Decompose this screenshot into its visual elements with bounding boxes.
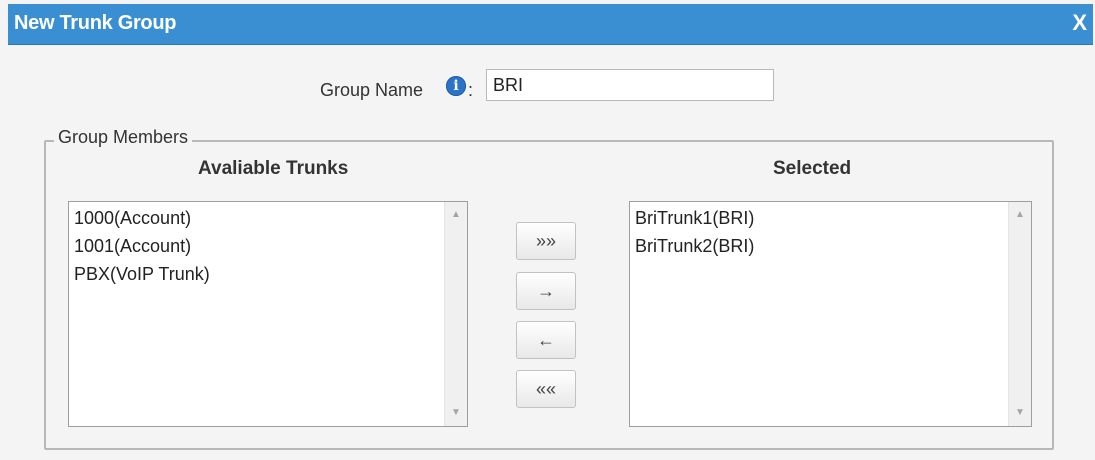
group-name-input[interactable] [486, 69, 774, 101]
list-item[interactable]: PBX(VoIP Trunk) [74, 260, 210, 288]
scroll-up-icon[interactable]: ▲ [445, 204, 467, 226]
dialog-title: New Trunk Group [14, 12, 177, 34]
move-all-right-button[interactable]: »» [516, 222, 576, 260]
scroll-up-icon[interactable]: ▲ [1009, 204, 1031, 226]
group-name-colon: : [468, 80, 474, 100]
move-left-button[interactable]: ← [516, 321, 576, 359]
group-members-legend: Group Members [54, 127, 193, 148]
group-name-label: Group Name [320, 80, 424, 100]
available-trunks-list[interactable]: 1000(Account) 1001(Account) PBX(VoIP Tru… [68, 201, 468, 427]
close-button[interactable]: X [1072, 11, 1087, 35]
list-item[interactable]: 1000(Account) [74, 204, 210, 232]
move-right-button[interactable]: → [516, 272, 576, 310]
selected-trunks-list[interactable]: BriTrunk1(BRI) BriTrunk2(BRI) ▲ ▼ [629, 201, 1032, 427]
scroll-down-icon[interactable]: ▼ [445, 402, 467, 424]
selected-scrollbar[interactable]: ▲ ▼ [1008, 202, 1031, 426]
list-item[interactable]: BriTrunk2(BRI) [635, 232, 754, 260]
available-scrollbar[interactable]: ▲ ▼ [444, 202, 467, 426]
dialog-title-bar: New Trunk Group X [8, 4, 1093, 45]
info-icon[interactable]: i [446, 76, 466, 96]
list-item[interactable]: 1001(Account) [74, 232, 210, 260]
new-trunk-group-dialog: New Trunk Group X Group Name i : Group M… [0, 0, 1095, 460]
available-trunks-header: Avaliable Trunks [198, 158, 349, 179]
selected-header: Selected [773, 158, 852, 179]
scroll-down-icon[interactable]: ▼ [1009, 402, 1031, 424]
list-item[interactable]: BriTrunk1(BRI) [635, 204, 754, 232]
move-all-left-button[interactable]: «« [516, 370, 576, 408]
